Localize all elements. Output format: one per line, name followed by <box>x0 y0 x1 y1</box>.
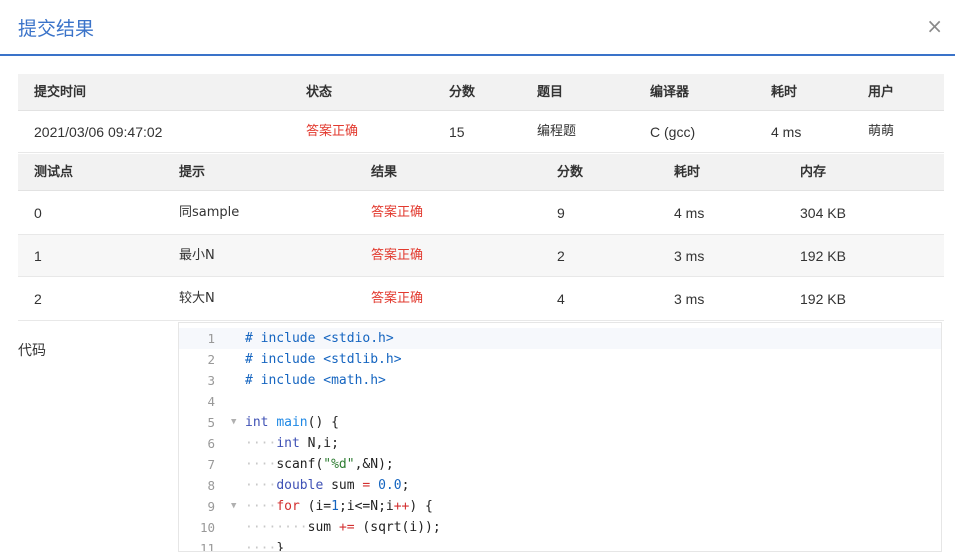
code-line: 2 # include <stdlib.h> <box>179 349 941 370</box>
score-value: 15 <box>449 124 465 140</box>
test-score: 2 <box>557 248 565 264</box>
test-score: 4 <box>557 291 565 307</box>
dialog-title: 提交结果 <box>18 18 95 40</box>
test-memory: 304 KB <box>800 205 846 221</box>
code-text: # include <math.h> <box>245 373 386 388</box>
test-result: 答案正确 <box>371 205 424 220</box>
line-number: 3 <box>207 373 215 388</box>
code-line: 11 ····} <box>179 538 941 552</box>
line-number: 11 <box>199 541 215 552</box>
header-compiler: 编译器 <box>650 85 690 100</box>
compiler-value: C (gcc) <box>650 124 696 140</box>
header-memory: 内存 <box>800 165 827 180</box>
line-number: 9 <box>207 499 215 514</box>
problem-link[interactable]: 编程题 <box>537 111 576 153</box>
header-status: 状态 <box>306 85 333 100</box>
code-text: ····} <box>245 541 285 552</box>
tests-header-row: 测试点 提示 结果 分数 耗时 内存 <box>18 154 944 191</box>
header-score: 分数 <box>557 165 584 180</box>
test-hint: 同sample <box>179 205 240 220</box>
test-time: 4 ms <box>674 205 705 221</box>
code-line: 10 ········sum += (sqrt(i)); <box>179 517 941 538</box>
code-text: # include <stdio.h> <box>245 331 394 346</box>
test-id: 1 <box>34 248 42 264</box>
test-memory: 192 KB <box>800 248 846 264</box>
code-line: 7 ····scanf("%d",&N); <box>179 454 941 475</box>
code-text: int main() { <box>245 415 339 430</box>
header-test-point: 测试点 <box>34 165 74 180</box>
submit-time: 2021/03/06 09:47:02 <box>34 124 163 140</box>
line-number: 5 <box>207 415 215 430</box>
header-user: 用户 <box>868 85 895 100</box>
header-result: 结果 <box>371 165 398 180</box>
table-row: 0 同sample 答案正确 9 4 ms 304 KB <box>18 191 944 235</box>
code-text: ········sum += (sqrt(i)); <box>245 520 441 535</box>
summary-header-row: 提交时间 状态 分数 题目 编译器 耗时 用户 <box>18 74 944 111</box>
code-editor[interactable]: 1 # include <stdio.h> 2 # include <stdlib.h… <box>178 322 942 552</box>
line-number: 8 <box>207 478 215 493</box>
test-time: 3 ms <box>674 291 705 307</box>
code-line: 9 ▼ ····for (i=1;i<=N;i++) { <box>179 496 941 517</box>
dialog-header: 提交结果 × <box>0 0 955 56</box>
code-text: ····for (i=1;i<=N;i++) { <box>245 499 433 514</box>
code-text: ····scanf("%d",&N); <box>245 457 394 472</box>
header-score: 分数 <box>449 85 476 100</box>
test-hint: 较大N <box>179 291 215 306</box>
time-value: 4 ms <box>771 124 802 140</box>
line-number: 7 <box>207 457 215 472</box>
code-label: 代码 <box>18 343 46 359</box>
code-text: # include <stdlib.h> <box>245 352 402 367</box>
header-problem: 题目 <box>537 85 564 100</box>
code-line: 6 ····int N,i; <box>179 433 941 454</box>
test-result: 答案正确 <box>371 291 424 306</box>
table-row: 2 较大N 答案正确 4 3 ms 192 KB <box>18 277 944 321</box>
test-time: 3 ms <box>674 248 705 264</box>
code-line: 3 # include <math.h> <box>179 370 941 391</box>
table-row: 1 最小N 答案正确 2 3 ms 192 KB <box>18 235 944 277</box>
fold-caret-icon[interactable]: ▼ <box>231 496 236 517</box>
line-number: 6 <box>207 436 215 451</box>
line-number: 10 <box>199 520 215 535</box>
code-line: 5 ▼ int main() { <box>179 412 941 433</box>
test-hint: 最小N <box>179 248 215 263</box>
code-line: 8 ····double sum = 0.0; <box>179 475 941 496</box>
test-memory: 192 KB <box>800 291 846 307</box>
summary-row: 2021/03/06 09:47:02 答案正确 15 编程题 C (gcc) … <box>18 111 944 153</box>
header-submit-time: 提交时间 <box>34 85 87 100</box>
test-cases-table: 测试点 提示 结果 分数 耗时 内存 0 同sample 答案正确 9 4 ms… <box>18 154 944 321</box>
line-number: 2 <box>207 352 215 367</box>
submission-summary-table: 提交时间 状态 分数 题目 编译器 耗时 用户 2021/03/06 09:47… <box>18 74 944 153</box>
line-number: 4 <box>207 394 215 409</box>
code-text: ····double sum = 0.0; <box>245 478 410 493</box>
test-score: 9 <box>557 205 565 221</box>
test-result: 答案正确 <box>371 248 424 263</box>
fold-caret-icon[interactable]: ▼ <box>231 412 236 433</box>
code-lines: 1 # include <stdio.h> 2 # include <stdlib.h… <box>179 328 941 552</box>
code-line: 4 <box>179 391 941 412</box>
user-link[interactable]: 萌萌 <box>868 111 894 153</box>
close-icon[interactable]: × <box>926 14 943 38</box>
code-line: 1 # include <stdio.h> <box>179 328 941 349</box>
submission-result-dialog: 提交结果 × 提交时间 状态 分数 题目 编译器 耗时 用户 2021/03/0… <box>0 0 955 552</box>
status-value: 答案正确 <box>306 124 359 139</box>
header-time: 耗时 <box>674 165 701 180</box>
test-id: 2 <box>34 291 42 307</box>
test-id: 0 <box>34 205 42 221</box>
header-time: 耗时 <box>771 85 798 100</box>
line-number: 1 <box>207 331 215 346</box>
header-hint: 提示 <box>179 165 206 180</box>
code-text: ····int N,i; <box>245 436 339 451</box>
